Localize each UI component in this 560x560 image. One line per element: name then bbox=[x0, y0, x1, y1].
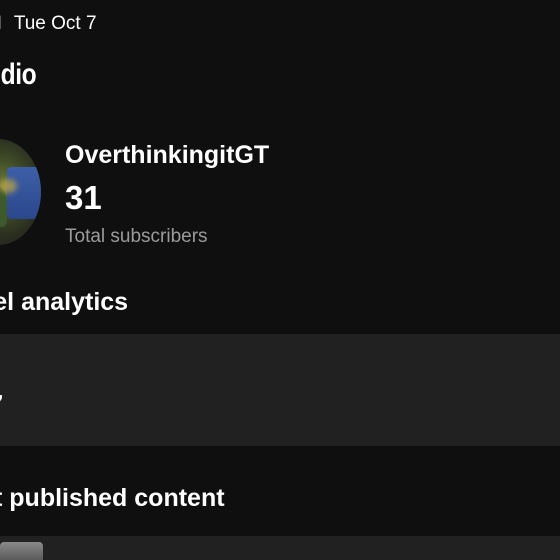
yt-studio-screen: M Tue Oct 7 udio OverthinkingitGT 31 Tot… bbox=[0, 0, 560, 560]
analytics-card[interactable] bbox=[0, 334, 560, 446]
subscriber-label: Total subscribers bbox=[65, 226, 208, 247]
status-time: M bbox=[0, 13, 2, 35]
channel-analytics-heading: nel analytics bbox=[0, 288, 129, 316]
video-thumbnail[interactable] bbox=[0, 542, 43, 560]
published-content-item[interactable] bbox=[0, 536, 560, 560]
channel-avatar[interactable] bbox=[0, 139, 41, 245]
status-date: Tue Oct 7 bbox=[13, 13, 97, 34]
app-title: udio bbox=[0, 58, 37, 91]
analytics-metric-value: 7 bbox=[0, 388, 3, 424]
channel-name[interactable]: OverthinkingitGT bbox=[65, 141, 269, 170]
subscriber-count: 31 bbox=[65, 179, 102, 216]
published-content-heading: t published content bbox=[0, 484, 225, 512]
status-bar: M Tue Oct 7 bbox=[0, 10, 97, 38]
